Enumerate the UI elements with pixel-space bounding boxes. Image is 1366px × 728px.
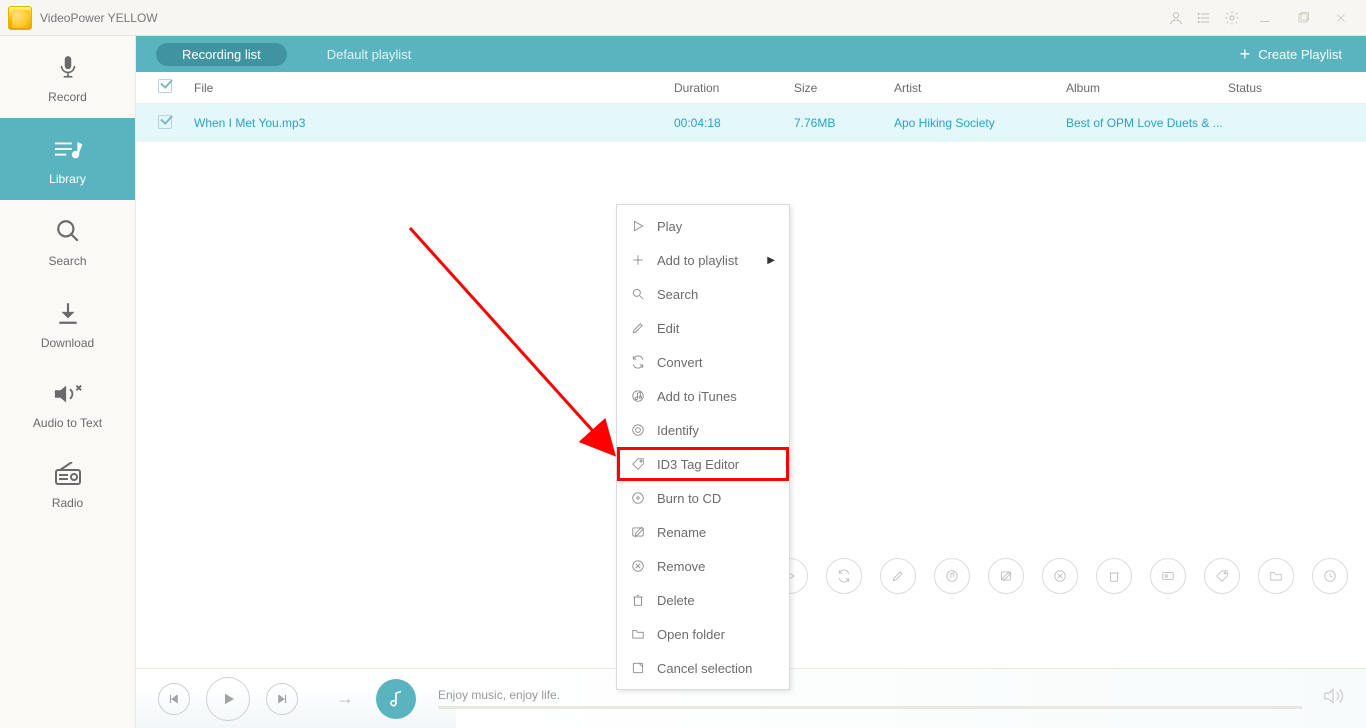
sidebar-item-audio-to-text[interactable]: Audio to Text bbox=[0, 364, 135, 444]
app-logo bbox=[8, 6, 32, 30]
action-rename[interactable] bbox=[988, 558, 1024, 594]
ctx-open-folder[interactable]: Open folder bbox=[617, 617, 789, 651]
row-checkbox[interactable] bbox=[136, 115, 194, 132]
ctx-play[interactable]: Play bbox=[617, 209, 789, 243]
context-menu: Play Add to playlist ▶ Search Edit Conve… bbox=[616, 204, 790, 690]
close-button[interactable] bbox=[1324, 6, 1358, 30]
player-next[interactable] bbox=[266, 683, 298, 715]
sidebar-label-library: Library bbox=[49, 172, 86, 186]
player-track-area: Enjoy music, enjoy life. bbox=[438, 688, 1302, 709]
header-checkbox[interactable] bbox=[136, 79, 194, 96]
cell-album: Best of OPM Love Duets & ... bbox=[1066, 116, 1228, 130]
header-artist[interactable]: Artist bbox=[894, 81, 1066, 95]
app-title: VideoPower YELLOW bbox=[40, 11, 158, 25]
identify-icon bbox=[631, 423, 653, 437]
search-icon bbox=[631, 287, 653, 301]
list-header: File Duration Size Artist Album Status bbox=[136, 72, 1366, 104]
ctx-burn-to-cd[interactable]: Burn to CD bbox=[617, 481, 789, 515]
player-disc-icon bbox=[376, 679, 416, 719]
action-identify[interactable] bbox=[1150, 558, 1186, 594]
sidebar-label-download: Download bbox=[41, 336, 94, 350]
ctx-identify[interactable]: Identify bbox=[617, 413, 789, 447]
sidebar-item-library[interactable]: Library bbox=[0, 118, 135, 200]
player-prev[interactable] bbox=[158, 683, 190, 715]
tab-strip: Recording list Default playlist + Create… bbox=[136, 36, 1366, 72]
sidebar-item-search[interactable]: Search bbox=[0, 200, 135, 282]
settings-icon[interactable] bbox=[1220, 6, 1244, 30]
rename-icon bbox=[631, 525, 653, 539]
create-playlist-label: Create Playlist bbox=[1258, 47, 1342, 62]
tab-recording-list[interactable]: Recording list bbox=[156, 43, 287, 66]
minimize-button[interactable] bbox=[1248, 6, 1282, 30]
action-delete[interactable] bbox=[1096, 558, 1132, 594]
player-track-title: Enjoy music, enjoy life. bbox=[438, 688, 1302, 702]
title-bar: VideoPower YELLOW bbox=[0, 0, 1366, 36]
action-convert[interactable] bbox=[826, 558, 862, 594]
ctx-add-to-itunes[interactable]: Add to iTunes bbox=[617, 379, 789, 413]
sidebar-item-record[interactable]: Record bbox=[0, 36, 135, 118]
ctx-search[interactable]: Search bbox=[617, 277, 789, 311]
list-icon[interactable] bbox=[1192, 6, 1216, 30]
itunes-icon bbox=[631, 389, 653, 403]
main-area: File Duration Size Artist Album Status W… bbox=[136, 72, 1366, 668]
chevron-right-icon: ▶ bbox=[767, 255, 775, 266]
table-row[interactable]: When I Met You.mp3 00:04:18 7.76MB Apo H… bbox=[136, 104, 1366, 142]
cell-duration: 00:04:18 bbox=[674, 116, 794, 130]
account-icon[interactable] bbox=[1164, 6, 1188, 30]
tag-icon bbox=[631, 457, 653, 471]
sidebar-label-search: Search bbox=[48, 254, 86, 268]
sidebar-item-download[interactable]: Download bbox=[0, 282, 135, 364]
ctx-convert[interactable]: Convert bbox=[617, 345, 789, 379]
sidebar-label-audio-to-text: Audio to Text bbox=[33, 416, 102, 430]
cancel-selection-icon bbox=[631, 661, 653, 675]
annotation-arrow bbox=[402, 220, 632, 460]
player-play[interactable] bbox=[206, 677, 250, 721]
header-album[interactable]: Album bbox=[1066, 81, 1228, 95]
action-remove[interactable] bbox=[1042, 558, 1078, 594]
maximize-button[interactable] bbox=[1286, 6, 1320, 30]
action-history[interactable] bbox=[1312, 558, 1348, 594]
ctx-id3-tag-editor[interactable]: ID3 Tag Editor bbox=[617, 447, 789, 481]
ctx-delete[interactable]: Delete bbox=[617, 583, 789, 617]
create-playlist-button[interactable]: + Create Playlist bbox=[1240, 47, 1342, 62]
sidebar-label-radio: Radio bbox=[52, 496, 83, 510]
header-status[interactable]: Status bbox=[1228, 81, 1366, 95]
action-open-folder[interactable] bbox=[1258, 558, 1294, 594]
play-icon bbox=[631, 219, 653, 233]
trash-icon bbox=[631, 593, 653, 607]
cell-artist: Apo Hiking Society bbox=[894, 116, 1066, 130]
ctx-edit[interactable]: Edit bbox=[617, 311, 789, 345]
action-edit[interactable] bbox=[880, 558, 916, 594]
volume-icon[interactable] bbox=[1322, 685, 1344, 712]
header-duration[interactable]: Duration bbox=[674, 81, 794, 95]
ctx-add-to-playlist[interactable]: Add to playlist ▶ bbox=[617, 243, 789, 277]
folder-icon bbox=[631, 627, 653, 641]
remove-icon bbox=[631, 559, 653, 573]
cell-file: When I Met You.mp3 bbox=[194, 116, 674, 130]
sidebar-item-radio[interactable]: Radio bbox=[0, 444, 135, 524]
action-tag[interactable] bbox=[1204, 558, 1240, 594]
edit-icon bbox=[631, 321, 653, 335]
ctx-rename[interactable]: Rename bbox=[617, 515, 789, 549]
convert-icon bbox=[631, 355, 653, 369]
header-file[interactable]: File bbox=[194, 81, 674, 95]
ctx-remove[interactable]: Remove bbox=[617, 549, 789, 583]
player-mode-icon[interactable]: → bbox=[336, 688, 354, 709]
cd-icon bbox=[631, 491, 653, 505]
action-itunes[interactable] bbox=[934, 558, 970, 594]
player-progress[interactable] bbox=[438, 706, 1302, 709]
ctx-cancel-selection[interactable]: Cancel selection bbox=[617, 651, 789, 685]
sidebar: Record Library Search Download Audio to … bbox=[0, 36, 136, 728]
action-bar bbox=[772, 558, 1348, 594]
cell-size: 7.76MB bbox=[794, 116, 894, 130]
tab-default-playlist[interactable]: Default playlist bbox=[327, 47, 412, 62]
sidebar-label-record: Record bbox=[48, 90, 87, 104]
plus-icon bbox=[631, 253, 653, 267]
header-size[interactable]: Size bbox=[794, 81, 894, 95]
